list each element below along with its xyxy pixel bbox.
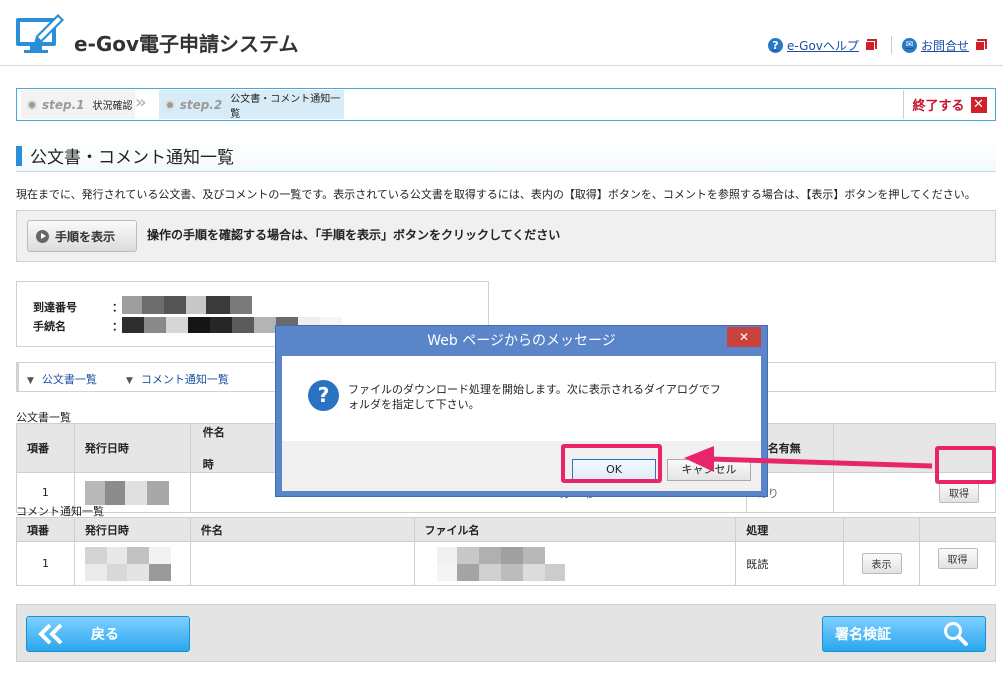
step-bar: step.1 状況確認 » step.2 公文書・コメント通知一覧 終了する ✕: [16, 88, 996, 121]
header: e-Gov電子申請システム ? e-Govヘルプ ✉ お問合せ: [0, 0, 1003, 66]
column-header: 処理: [735, 517, 845, 542]
row-file-name: [413, 541, 737, 586]
help-link-label[interactable]: e-Govヘルプ: [787, 37, 859, 54]
documents-link-label: 公文書一覧: [41, 373, 97, 386]
question-icon: ?: [308, 380, 339, 411]
row-subject: [189, 541, 415, 586]
chevron-right-icon: »: [135, 92, 146, 113]
dialog-message-area: ? ファイルのダウンロード処理を開始します。次に表示されるダイアログでフォルダを…: [282, 356, 761, 441]
column-header: 件名: [189, 517, 415, 542]
title-accent-bar: [16, 145, 22, 166]
redacted-date: [84, 480, 169, 505]
column-header: 項番: [16, 423, 75, 473]
column-header: 項番: [16, 517, 75, 542]
monitor-pen-icon: [16, 14, 64, 53]
dialog-message: ファイルのダウンロード処理を開始します。次に表示されるダイアログでフォルダを指定…: [348, 383, 721, 411]
row-get-cell: 取得: [919, 541, 996, 586]
triangle-down-icon: ▼: [27, 376, 34, 386]
page-description: 現在までに、発行されている公文書、及びコメントの一覧です。表示されている公文書を…: [16, 188, 976, 201]
table-row: 1 既読 表示 取得: [16, 541, 996, 586]
get-document-button[interactable]: 取得: [939, 482, 979, 503]
show-procedure-label: 手順を表示: [55, 229, 116, 244]
show-procedure-button[interactable]: 手順を表示: [27, 220, 137, 252]
step-dot-icon: [27, 99, 37, 110]
header-divider: [891, 36, 892, 54]
column-header: [843, 517, 921, 542]
bottom-button-bar: 戻る 署名検証: [16, 604, 996, 662]
step-1-number: step.1: [42, 97, 85, 112]
row-view-cell: 表示: [843, 541, 921, 586]
column-header-subject: 件名: [202, 426, 225, 439]
row-index: 1: [16, 541, 75, 586]
verify-signature-label: 署名検証: [835, 627, 891, 643]
mail-icon: ✉: [902, 38, 917, 53]
row-issue-date: [73, 541, 191, 586]
finish-button[interactable]: 終了する ✕: [903, 90, 995, 119]
contact-link[interactable]: ✉ お問合せ: [902, 37, 986, 54]
step-2-number: step.2: [179, 97, 223, 112]
table-header-row: 項番 発行日時 件名 ファイル名 処理: [16, 517, 996, 542]
procedure-hint: 操作の手順を確認する場合は、「手順を表示」ボタンをクリックしてください: [147, 228, 561, 242]
external-window-icon: [864, 40, 875, 51]
verify-signature-button[interactable]: 署名検証: [822, 616, 986, 652]
column-header: 発行日時: [73, 517, 191, 542]
arrival-number-label: 到達番号: [33, 301, 77, 314]
procedure-box: 手順を表示 操作の手順を確認する場合は、「手順を表示」ボタンをクリックしてくださ…: [16, 210, 996, 262]
triangle-down-icon: ▼: [126, 376, 133, 386]
back-button[interactable]: 戻る: [26, 616, 190, 652]
finish-label: 終了する: [912, 99, 965, 114]
get-comment-button[interactable]: 取得: [937, 548, 978, 569]
procedure-name-label: 手続名: [33, 320, 66, 333]
step-1-label: 状況確認: [92, 101, 133, 112]
page-title-text: 公文書・コメント通知一覧: [30, 148, 234, 168]
logo-text[interactable]: e-Gov電子申請システム: [74, 28, 298, 57]
close-icon: ✕: [970, 96, 987, 113]
step-1: step.1 状況確認: [21, 90, 135, 119]
help-link[interactable]: ? e-Govヘルプ: [768, 37, 875, 54]
comments-link[interactable]: ▼ コメント通知一覧: [126, 371, 229, 387]
get-button-highlight-box: [935, 446, 996, 484]
play-icon: [36, 229, 49, 243]
column-header: [919, 517, 996, 542]
column-header: ファイル名: [413, 517, 737, 542]
redacted-arrival-number: [122, 296, 252, 314]
column-header: 発行日時: [73, 423, 191, 473]
page-title: 公文書・コメント通知一覧: [16, 140, 996, 172]
dialog-close-button[interactable]: ✕: [727, 327, 761, 347]
dialog-title: Web ページからのメッセージ: [427, 333, 616, 349]
contact-link-label[interactable]: お問合せ: [921, 37, 969, 54]
pointer-arrow-icon: [684, 446, 933, 472]
redacted-date: [84, 546, 171, 581]
external-window-icon: [975, 40, 986, 51]
double-chevron-left-icon: [38, 623, 63, 645]
step-dot-icon: [165, 99, 175, 110]
help-icon: ?: [768, 38, 783, 53]
step-2-label: 公文書・コメント通知一覧: [230, 93, 341, 120]
comments-table: 項番 発行日時 件名 ファイル名 処理 1 既読 表示 取得: [16, 517, 996, 586]
view-comment-button[interactable]: 表示: [861, 553, 902, 574]
documents-link[interactable]: ▼ 公文書一覧: [27, 371, 97, 387]
redacted-file-name: [436, 546, 565, 581]
ok-highlight-box: [561, 444, 662, 483]
comments-link-label: コメント通知一覧: [140, 373, 229, 386]
row-status: 既読: [735, 541, 845, 586]
magnifier-icon: [944, 622, 968, 646]
back-button-label: 戻る: [91, 627, 119, 643]
step-2: step.2 公文書・コメント通知一覧: [159, 90, 344, 120]
